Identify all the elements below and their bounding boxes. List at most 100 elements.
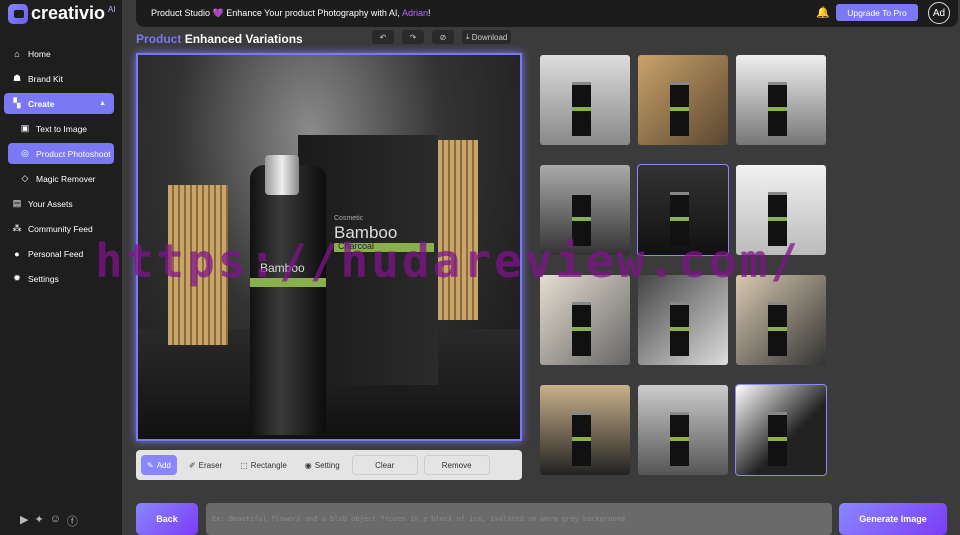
variation-thumbnail[interactable] (736, 165, 826, 255)
label: Home (28, 48, 51, 59)
variation-thumbnail[interactable] (638, 385, 728, 475)
variation-thumbnail[interactable] (736, 275, 826, 365)
sidebar: creativio AI ⌂ Home ☗ Brand Kit ▚ Create ▲ ▣… (0, 0, 122, 535)
label-band (571, 217, 592, 222)
bell-icon[interactable]: 🔔 (816, 6, 830, 19)
bottle-band (250, 278, 326, 287)
label: Create (28, 98, 55, 109)
logo[interactable]: creativio AI (8, 3, 116, 24)
bamboo-right (438, 140, 478, 320)
label-band (669, 217, 690, 222)
label-band (669, 107, 690, 112)
variations-grid (540, 55, 827, 476)
image-icon: ▣ (20, 123, 30, 133)
remove-button[interactable]: Remove (423, 455, 490, 475)
download-button[interactable]: ⤓ Download (462, 30, 512, 44)
heart-icon: 💜 (212, 8, 224, 18)
studio-label: Product Studio (151, 8, 211, 18)
label: Your Assets (28, 198, 73, 209)
facebook-icon[interactable]: ⓕ (67, 513, 78, 529)
sidebar-item-your-assets[interactable]: ▤ Your Assets (4, 193, 114, 214)
upgrade-button[interactable]: Upgrade To Pro (836, 4, 918, 21)
label-band (669, 437, 690, 442)
generate-image-button[interactable]: Generate Image (839, 503, 947, 535)
social-links: ▶ ✦ ☺ ⓕ (20, 513, 78, 529)
undo-button[interactable]: ↶ (372, 30, 394, 44)
youtube-icon[interactable]: ▶ (20, 513, 28, 529)
label-band (767, 437, 788, 442)
eraser-icon: ◇ (21, 173, 29, 183)
sidebar-item-text-to-image[interactable]: ▣ Text to Image (8, 118, 114, 139)
variation-thumbnail[interactable] (540, 165, 630, 255)
variation-thumbnail[interactable] (540, 55, 630, 145)
variation-thumbnail[interactable] (540, 275, 630, 365)
editor-tools: ↶ ↷ ⊘ ⤓ Download (372, 30, 512, 44)
variation-thumbnail[interactable] (540, 385, 630, 475)
add-button[interactable]: ✎ Add (141, 455, 177, 475)
product-canvas[interactable]: Cosmetic Bamboo Charcoal Bamboo (136, 53, 522, 441)
home-icon: ⌂ (14, 48, 20, 59)
hide-icon[interactable]: ⊘ (432, 30, 454, 44)
variation-thumbnail[interactable] (638, 55, 728, 145)
sidebar-item-settings[interactable]: ✹ Settings (4, 268, 114, 289)
sidebar-item-create[interactable]: ▚ Create ▲ (4, 93, 114, 114)
tagline: Enhance Your product Photography with AI… (226, 8, 400, 18)
label-band (767, 217, 788, 222)
twitter-icon[interactable]: ✦ (34, 513, 43, 529)
label: Personal Feed (28, 248, 84, 259)
label-band (571, 437, 592, 442)
sidebar-nav: ⌂ Home ☗ Brand Kit ▚ Create ▲ ▣ Text to Image… (4, 43, 114, 293)
title-rest: Enhanced Variations (184, 32, 303, 46)
fingerprint-icon: ◉ (304, 460, 312, 470)
logo-icon (8, 3, 28, 24)
grid-icon: ▚ (13, 98, 21, 108)
brush-icon: ✎ (147, 460, 154, 470)
label: Magic Remover (36, 173, 96, 184)
welcome-message: Product Studio 💜 Enhance Your product Ph… (151, 8, 430, 19)
sidebar-item-home[interactable]: ⌂ Home (4, 43, 114, 64)
label: Community Feed (28, 223, 93, 234)
bottle-label: Bamboo (260, 261, 305, 275)
product-bottle: Bamboo (250, 165, 326, 435)
logo-text: creativio (31, 3, 106, 23)
label: Text to Image (36, 123, 88, 134)
download-label: Download (471, 32, 508, 42)
title-highlight: Product (136, 32, 182, 46)
back-button[interactable]: Back (136, 503, 198, 535)
camera-icon: ◎ (21, 148, 29, 158)
eraser-button[interactable]: ✐ Eraser (183, 455, 228, 475)
label-band (571, 107, 592, 112)
setting-button[interactable]: ◉ Setting (299, 455, 346, 475)
rectangle-button[interactable]: ⬚ Rectangle (234, 455, 293, 475)
rectangle-icon: ⬚ (240, 460, 248, 470)
label-band (669, 327, 690, 332)
top-banner: Product Studio 💜 Enhance Your product Ph… (136, 0, 958, 27)
bamboo-left (168, 185, 228, 345)
bottle-cap (265, 155, 299, 195)
sidebar-item-personal-feed[interactable]: ● Personal Feed (4, 243, 114, 264)
discord-icon[interactable]: ☺ (50, 513, 61, 529)
user-icon: ● (14, 248, 20, 259)
brand-icon: ☗ (12, 73, 22, 83)
clear-button[interactable]: Clear (351, 455, 418, 475)
sidebar-item-product-photoshoot[interactable]: ◎ Product Photoshoot (8, 143, 114, 164)
label: Setting (314, 460, 340, 470)
variation-thumbnail[interactable] (637, 164, 729, 256)
label: Brand Kit (28, 73, 63, 84)
mask-toolbar: ✎ Add ✐ Eraser ⬚ Rectangle ◉ Setting Clear R… (136, 450, 522, 480)
variation-thumbnail[interactable] (736, 55, 826, 145)
variation-thumbnail[interactable] (638, 275, 728, 365)
logo-badge: AI (108, 5, 116, 14)
sidebar-item-brand-kit[interactable]: ☗ Brand Kit (4, 68, 114, 89)
variation-thumbnail[interactable] (735, 384, 827, 476)
redo-button[interactable]: ↷ (402, 30, 424, 44)
sidebar-item-community-feed[interactable]: ⁂ Community Feed (4, 218, 114, 239)
page-title: Product Enhanced Variations (136, 32, 303, 46)
prompt-input[interactable] (206, 503, 832, 535)
label: Eraser (198, 460, 223, 470)
exclaim: ! (427, 8, 431, 18)
user-name: Adrian (401, 8, 428, 18)
avatar[interactable]: Ad (928, 2, 950, 24)
sidebar-item-magic-remover[interactable]: ◇ Magic Remover (8, 168, 114, 189)
label: Product Photoshoot (36, 148, 111, 159)
